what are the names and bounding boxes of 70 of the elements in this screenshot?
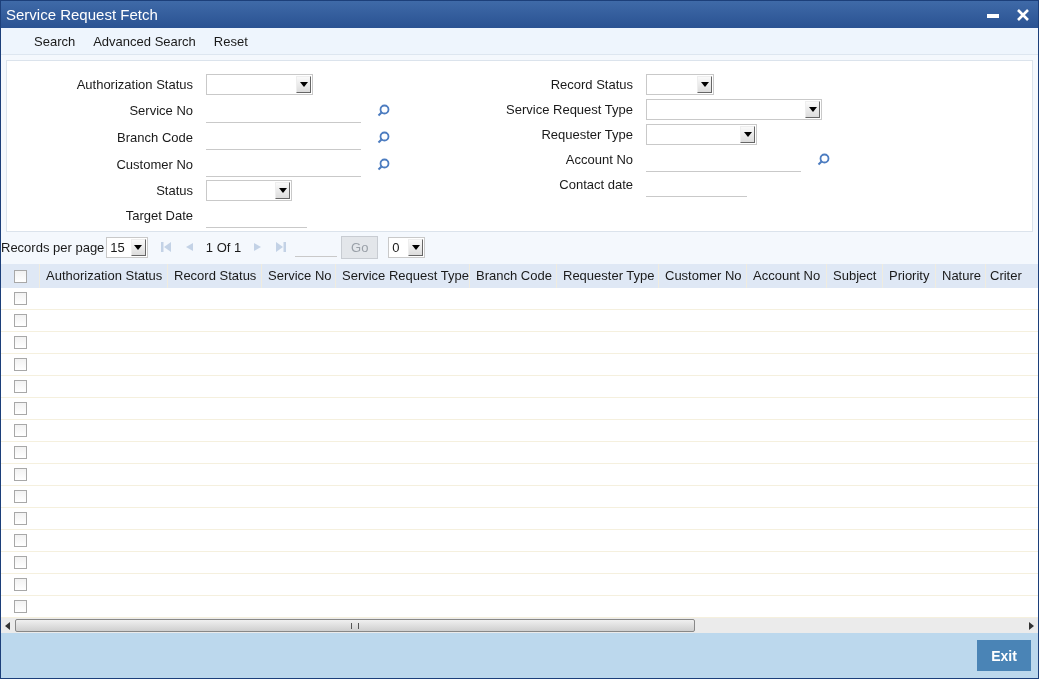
scroll-left-icon[interactable]: [5, 621, 11, 630]
caret-icon: [411, 244, 420, 250]
row-checkbox[interactable]: [13, 292, 27, 305]
row-checkbox[interactable]: [13, 446, 27, 459]
column-header[interactable]: Service No: [261, 264, 335, 288]
exit-button[interactable]: Exit: [977, 640, 1031, 671]
column-header[interactable]: Service Request Type: [335, 264, 469, 288]
row-checkbox[interactable]: [13, 336, 27, 349]
close-icon[interactable]: [1016, 7, 1030, 22]
caret-icon: [743, 132, 752, 137]
row-checkbox[interactable]: [13, 600, 27, 613]
column-header[interactable]: Record Status: [167, 264, 261, 288]
row-checkbox[interactable]: [13, 534, 27, 547]
caret-icon: [299, 82, 308, 87]
caret-icon: [278, 188, 287, 193]
field-label: Record Status: [549, 77, 633, 92]
dropdown-field[interactable]: [206, 74, 313, 95]
column-header[interactable]: Authorization Status: [39, 264, 167, 288]
column-header[interactable]: Customer No: [658, 264, 746, 288]
field-label: Customer No: [115, 157, 193, 172]
search-icon[interactable]: [377, 104, 390, 117]
caret-icon: [134, 244, 143, 250]
caret-icon: [700, 82, 709, 87]
last-page-icon[interactable]: [275, 241, 288, 253]
caret-icon: [808, 107, 817, 112]
dropdown-field[interactable]: [206, 180, 292, 201]
search-icon[interactable]: [817, 153, 830, 166]
field-label: Status: [155, 183, 193, 198]
field-label: Service Request Type: [505, 102, 633, 117]
field-label: Contact date: [558, 177, 633, 192]
horizontal-scrollbar[interactable]: [1, 618, 1038, 633]
page-indicator: 1 Of 1: [205, 239, 242, 255]
field-label: Requester Type: [540, 127, 633, 142]
records-per-page-label: Records per page: [1, 239, 105, 255]
column-header[interactable]: Criter: [985, 264, 1038, 288]
row-checkbox[interactable]: [13, 512, 27, 525]
column-header[interactable]: Account No: [746, 264, 826, 288]
row-checkbox[interactable]: [13, 314, 27, 327]
column-header[interactable]: Nature: [935, 264, 985, 288]
scroll-right-icon[interactable]: [1028, 621, 1034, 630]
records-per-page-dropdown[interactable]: 15: [106, 236, 148, 258]
dropdown-field[interactable]: [646, 74, 714, 95]
dropdown-field[interactable]: [646, 124, 757, 145]
select-all-checkbox[interactable]: [13, 269, 27, 283]
row-checkbox[interactable]: [13, 578, 27, 591]
first-page-icon[interactable]: [159, 241, 172, 253]
row-checkbox[interactable]: [13, 358, 27, 371]
search-icon[interactable]: [377, 158, 390, 171]
toolbar-button[interactable]: Reset: [204, 33, 257, 49]
column-header[interactable]: Priority: [882, 264, 935, 288]
dropdown-field[interactable]: [646, 99, 822, 120]
column-header[interactable]: Subject: [826, 264, 882, 288]
row-checkbox[interactable]: [13, 424, 27, 437]
search-icon[interactable]: [377, 131, 390, 144]
field-label: Account No: [564, 152, 633, 167]
row-checkbox[interactable]: [13, 490, 27, 503]
field-label: Service No: [128, 103, 193, 118]
column-header[interactable]: Requester Type: [556, 264, 658, 288]
row-checkbox[interactable]: [13, 468, 27, 481]
row-checkbox[interactable]: [13, 380, 27, 393]
field-label: Branch Code: [116, 130, 193, 145]
field-label: Target Date: [124, 208, 193, 223]
window-title: Service Request Fetch: [6, 6, 158, 23]
toolbar-button[interactable]: Advanced Search: [84, 33, 205, 49]
toolbar-button[interactable]: Search: [25, 33, 85, 49]
row-checkbox[interactable]: [13, 402, 27, 415]
page-dropdown[interactable]: 0: [388, 236, 426, 258]
column-header[interactable]: Branch Code: [469, 264, 556, 288]
field-label: Authorization Status: [75, 77, 193, 92]
row-checkbox[interactable]: [13, 556, 27, 569]
